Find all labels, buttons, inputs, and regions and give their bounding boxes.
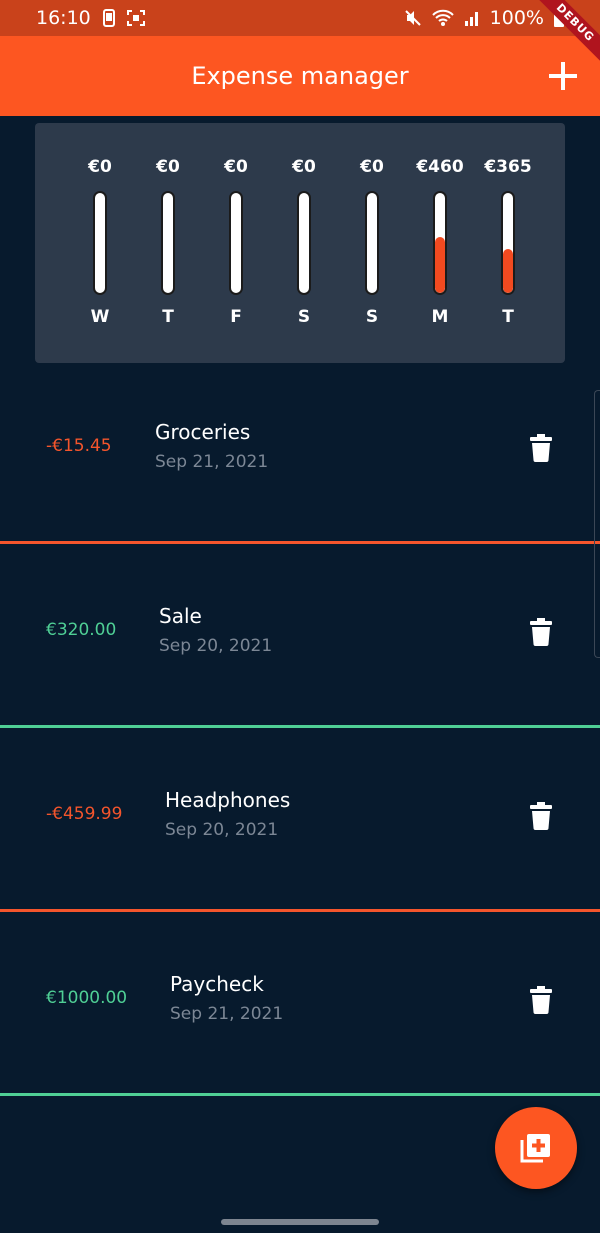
mute-icon xyxy=(404,9,422,27)
chart-column: €0 F xyxy=(206,123,266,363)
status-time: 16:10 xyxy=(36,7,91,29)
add-transaction-button[interactable] xyxy=(548,61,578,91)
app-title: Expense manager xyxy=(191,62,409,90)
chart-amount-label: €0 xyxy=(88,157,112,177)
chart-day-label: M xyxy=(431,307,449,327)
plus-icon xyxy=(549,62,577,90)
chart-bar xyxy=(435,237,445,293)
delete-button[interactable] xyxy=(530,802,552,830)
app-bar: Expense manager xyxy=(0,36,600,116)
chart-amount-label: €365 xyxy=(484,157,532,177)
transaction-title: Paycheck xyxy=(170,972,264,996)
transaction-row[interactable]: -€459.99 Headphones Sep 20, 2021 xyxy=(0,728,600,912)
transaction-amount: -€15.45 xyxy=(46,436,112,456)
signal-icon xyxy=(464,10,480,26)
chart-bar-track xyxy=(297,191,311,295)
transaction-title: Sale xyxy=(159,604,202,628)
chart-column: €0 T xyxy=(138,123,198,363)
chart-day-label: S xyxy=(297,307,311,327)
chart-amount-label: €0 xyxy=(360,157,384,177)
transaction-row[interactable]: -€15.45 Groceries Sep 21, 2021 xyxy=(0,360,600,544)
chart-column: €0 S xyxy=(342,123,402,363)
transaction-title: Headphones xyxy=(165,788,291,812)
transaction-amount: -€459.99 xyxy=(46,804,123,824)
transaction-date: Sep 21, 2021 xyxy=(170,1004,284,1024)
home-indicator[interactable] xyxy=(221,1219,379,1225)
phone-icon xyxy=(101,9,117,27)
trash-icon xyxy=(530,434,552,462)
chart-bar-track xyxy=(365,191,379,295)
transaction-row[interactable]: €320.00 Sale Sep 20, 2021 xyxy=(0,544,600,728)
battery-percent: 100% xyxy=(489,7,544,29)
transaction-date: Sep 20, 2021 xyxy=(165,820,279,840)
chart-day-label: S xyxy=(365,307,379,327)
transaction-amount: €320.00 xyxy=(46,620,117,640)
chart-day-label: T xyxy=(162,307,174,327)
delete-button[interactable] xyxy=(530,434,552,462)
trash-icon xyxy=(530,618,552,646)
status-left: 16:10 xyxy=(36,7,145,29)
chart-amount-label: €0 xyxy=(156,157,180,177)
chart-bar-track xyxy=(161,191,175,295)
chart-bar-track xyxy=(501,191,515,295)
chart-day-label: F xyxy=(230,307,242,327)
screenshot-icon xyxy=(126,10,145,26)
chart-bar-track xyxy=(93,191,107,295)
trash-icon xyxy=(530,802,552,830)
chart-column: €0 W xyxy=(70,123,130,363)
trash-icon xyxy=(530,986,552,1014)
chart-column: €365 T xyxy=(478,123,538,363)
add-library-icon xyxy=(520,1134,550,1163)
status-right: 100% xyxy=(404,7,564,29)
chart-column: €460 M xyxy=(410,123,470,363)
chart-bar xyxy=(503,249,513,293)
scroll-indicator[interactable] xyxy=(594,390,600,658)
chart-column: €0 S xyxy=(274,123,334,363)
chart-day-label: T xyxy=(502,307,514,327)
chart-amount-label: €460 xyxy=(416,157,464,177)
delete-button[interactable] xyxy=(530,618,552,646)
transaction-date: Sep 21, 2021 xyxy=(155,452,269,472)
transaction-title: Groceries xyxy=(155,420,251,444)
chart-amount-label: €0 xyxy=(292,157,316,177)
status-bar: 16:10 100% xyxy=(0,0,600,36)
chart-bar-track xyxy=(229,191,243,295)
weekly-chart-card: €0 W €0 T €0 F €0 S €0 S €460 M €365 T xyxy=(35,123,565,363)
transaction-date: Sep 20, 2021 xyxy=(159,636,273,656)
transaction-divider xyxy=(0,1093,600,1096)
chart-amount-label: €0 xyxy=(224,157,248,177)
add-expense-fab[interactable] xyxy=(495,1107,577,1189)
delete-button[interactable] xyxy=(530,986,552,1014)
transaction-row[interactable]: €1000.00 Paycheck Sep 21, 2021 xyxy=(0,912,600,1096)
chart-day-label: W xyxy=(90,307,110,327)
transaction-amount: €1000.00 xyxy=(46,988,128,1008)
wifi-icon xyxy=(431,9,454,27)
chart-bar-track xyxy=(433,191,447,295)
